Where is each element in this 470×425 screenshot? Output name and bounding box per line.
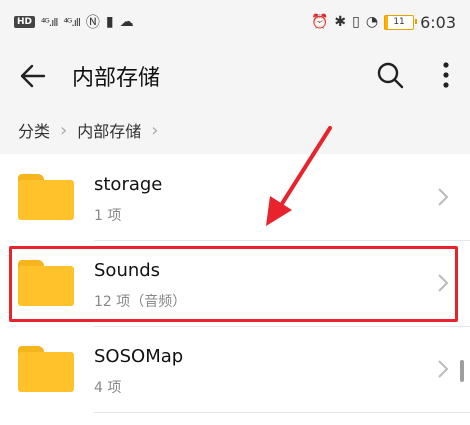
hd-badge: HD [14,16,36,28]
signal-1: ⁴ᴳ.ıll [41,15,58,29]
file-name: SOSOMap [94,346,184,367]
search-icon[interactable] [376,61,404,89]
breadcrumb: 分类 › 内部存储 › [0,106,470,154]
bluetooth-icon: ✱ [334,14,347,30]
sim-icon: ▮ [105,14,114,30]
chevron-right-icon: › [60,119,68,141]
file-meta: 4 项 [94,380,122,396]
scrollbar[interactable] [460,360,464,382]
list-item-sosomap[interactable]: SOSOMap 4 项 [0,326,470,412]
page-title: 内部存储 [72,66,161,91]
chevron-right-icon [438,360,449,378]
nfc-icon: Ⓝ [85,15,100,31]
battery-icon: 11 [384,14,418,30]
divider [94,412,470,413]
more-options-icon[interactable] [436,60,456,90]
wechat-icon: ☁ [119,14,134,30]
clock: 6:03 [420,12,456,32]
alarm-icon: ⏰ [310,14,329,30]
chevron-right-icon [438,188,449,206]
vibrate-icon: ▯ [352,14,360,30]
breadcrumb-item-internal-storage[interactable]: 内部存储 [77,118,141,142]
signal-2: ⁴ᴳ.ıll [63,15,80,29]
title-bar: 内部存储 [0,44,470,106]
highlight-box [9,246,458,322]
back-arrow-icon[interactable] [18,61,48,91]
file-name: storage [94,174,163,195]
status-right: ⏰ ✱ ▯ ◔ 11 6:03 [311,13,456,32]
file-meta: 1 项 [94,208,122,224]
folder-icon [18,174,74,220]
status-bar: HD ⁴ᴳ.ıll ⁴ᴳ.ıll Ⓝ ▮ ☁ ⏰ ✱ ▯ ◔ 11 6:03 [0,0,470,44]
speed-icon: ◔ [365,14,379,30]
chevron-right-icon: › [151,119,159,141]
breadcrumb-item-category[interactable]: 分类 [18,118,50,142]
folder-icon [18,346,74,392]
list-item-storage[interactable]: storage 1 项 [0,154,470,240]
status-left: HD ⁴ᴳ.ıll ⁴ᴳ.ıll Ⓝ ▮ ☁ [14,12,134,32]
